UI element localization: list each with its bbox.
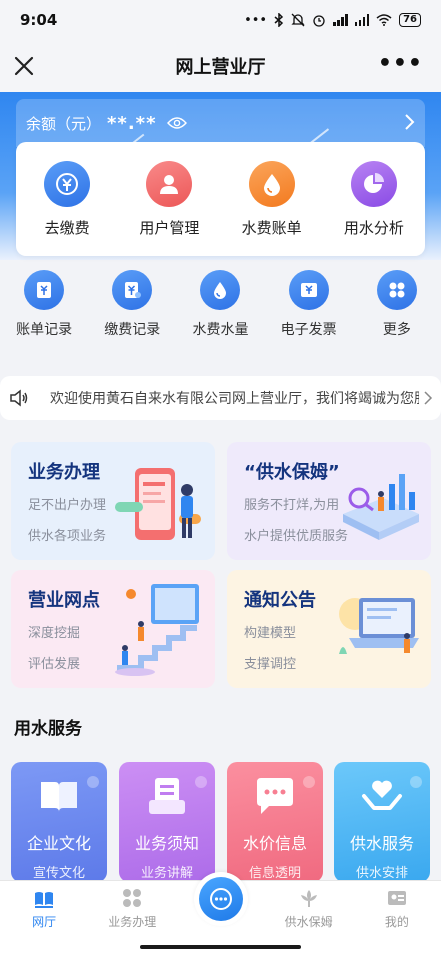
promo-outlets[interactable]: 营业网点 深度挖掘 评估发展 <box>11 570 215 688</box>
tab-nanny[interactable]: 供水保姆 <box>274 887 344 930</box>
heart-hands-icon <box>362 780 402 810</box>
wifi-icon <box>376 14 392 26</box>
service-price[interactable]: 水价信息 信息透明 <box>227 762 323 882</box>
alarm-icon <box>313 15 325 27</box>
speaker-icon <box>10 389 28 407</box>
decor-dot <box>410 776 422 788</box>
signal-icon <box>333 14 348 26</box>
service-price-sub: 信息透明 <box>248 866 301 881</box>
decor-dot <box>87 776 99 788</box>
chevron-right-icon[interactable] <box>403 113 415 131</box>
home-indicator[interactable] <box>140 945 301 949</box>
mute-icon <box>291 13 305 27</box>
chat-bubble-icon <box>257 778 293 814</box>
func-user-manage[interactable]: 用户管理 <box>119 160 219 238</box>
tab-business[interactable]: 业务办理 <box>97 887 167 930</box>
page-title: 网上营业厅 <box>175 57 266 78</box>
lotus-icon <box>300 890 317 907</box>
ellipsis-icon: ••• <box>244 12 268 28</box>
nav-bar: 网上营业厅 ••• <box>0 40 441 92</box>
sub-bill-record-label: 账单记录 <box>16 322 73 338</box>
notice-text: 欢迎使用黄石自来水有限公司网上营业厅，我们将竭诚为您服务 <box>50 391 419 407</box>
sub-invoice[interactable]: 电子发票 <box>267 270 351 360</box>
balance-card[interactable]: 余额（元） **.** <box>16 99 425 147</box>
section-title: 用水服务 <box>14 719 82 739</box>
tab-hall[interactable]: 网厅 <box>9 887 79 930</box>
tab-mine-label: 我的 <box>384 915 409 929</box>
service-supply-title: 供水服务 <box>349 834 414 853</box>
phone-illustration <box>115 468 201 540</box>
service-supply[interactable]: 供水服务 供水安排 <box>334 762 430 882</box>
document-icon <box>149 778 185 814</box>
pay-icon <box>44 160 91 207</box>
func-pay[interactable]: 去缴费 <box>17 160 117 238</box>
sub-bill-record[interactable]: 账单记录 <box>2 270 86 360</box>
status-time: 9:04 <box>20 11 58 29</box>
more-menu-button[interactable]: ••• <box>378 52 423 76</box>
func-usage-analysis[interactable]: 用水分析 <box>324 160 424 238</box>
tab-mine[interactable]: 我的 <box>362 887 432 930</box>
chat-dots-icon <box>210 888 232 910</box>
tab-hall-label: 网厅 <box>32 915 57 929</box>
service-culture-sub: 宣传文化 <box>32 866 85 881</box>
decor-dot <box>303 776 315 788</box>
battery-indicator: 76 <box>399 13 421 27</box>
func-usage-analysis-label: 用水分析 <box>343 218 404 237</box>
invoice-icon <box>288 270 329 310</box>
bill-record-icon <box>24 270 65 310</box>
notice-bar[interactable]: 欢迎使用黄石自来水有限公司网上营业厅，我们将竭诚为您服务 <box>0 376 441 420</box>
book-icon <box>41 782 77 812</box>
eye-icon[interactable] <box>166 116 187 130</box>
status-bar: 9:04 ••• 76 <box>0 0 441 40</box>
func-water-bill-label: 水费账单 <box>241 218 302 237</box>
chat-fab-inner <box>199 877 243 921</box>
promo-notice[interactable]: 通知公告 构建模型 支撑调控 <box>227 570 431 688</box>
service-guide-title: 业务须知 <box>134 834 199 853</box>
service-guide-sub: 业务讲解 <box>140 866 193 881</box>
user-icon <box>146 160 193 207</box>
service-culture[interactable]: 企业文化 宣传文化 <box>11 762 107 882</box>
more-grid-icon <box>376 270 417 310</box>
promo-water-nanny[interactable]: “供水保姆” 服务不打烊,为用 水户提供优质服务 <box>227 442 431 560</box>
sub-more[interactable]: 更多 <box>355 270 439 360</box>
main-functions-card: 去缴费 用户管理 水费账单 用水分析 <box>16 142 425 256</box>
service-price-title: 水价信息 <box>242 834 307 853</box>
profile-card-icon <box>387 891 406 905</box>
tab-business-label: 业务办理 <box>108 915 157 929</box>
sub-payment-record[interactable]: 缴费记录 <box>90 270 174 360</box>
service-supply-sub: 供水安排 <box>355 866 408 881</box>
signal-icon-2 <box>354 14 370 26</box>
bluetooth-icon <box>274 13 284 27</box>
payment-record-icon <box>112 270 153 310</box>
service-guide[interactable]: 业务须知 业务讲解 <box>119 762 215 882</box>
func-user-manage-label: 用户管理 <box>139 218 200 237</box>
sub-more-label: 更多 <box>382 322 411 338</box>
decor-dot <box>195 776 207 788</box>
sub-invoice-label: 电子发票 <box>280 322 337 338</box>
sub-water-volume[interactable]: 水费水量 <box>178 270 262 360</box>
water-volume-icon <box>200 270 241 310</box>
pie-chart-icon <box>350 160 397 207</box>
sub-water-volume-label: 水费水量 <box>192 322 249 338</box>
business-grid-icon <box>123 889 142 907</box>
promo-business[interactable]: 业务办理 足不出户办理 供水各项业务 <box>11 442 215 560</box>
home-book-icon <box>35 892 54 908</box>
balance-label: 余额（元） <box>26 114 102 133</box>
chart-illustration <box>343 474 419 540</box>
status-icons: ••• 76 <box>244 13 421 28</box>
stairs-illustration <box>115 584 199 676</box>
balance-amount: **.** <box>107 112 157 134</box>
laptop-illustration <box>339 598 419 654</box>
close-icon[interactable] <box>10 52 38 80</box>
service-culture-title: 企业文化 <box>26 834 91 853</box>
water-drop-icon <box>248 160 295 207</box>
tab-nanny-label: 供水保姆 <box>284 915 333 929</box>
sub-functions-grid: 账单记录 缴费记录 水费水量 电子发票 更多 <box>0 270 441 360</box>
func-pay-label: 去缴费 <box>44 218 90 237</box>
chevron-right-icon <box>424 391 433 405</box>
sub-payment-record-label: 缴费记录 <box>104 322 161 338</box>
func-water-bill[interactable]: 水费账单 <box>222 160 322 238</box>
chat-fab-button[interactable] <box>194 872 248 926</box>
